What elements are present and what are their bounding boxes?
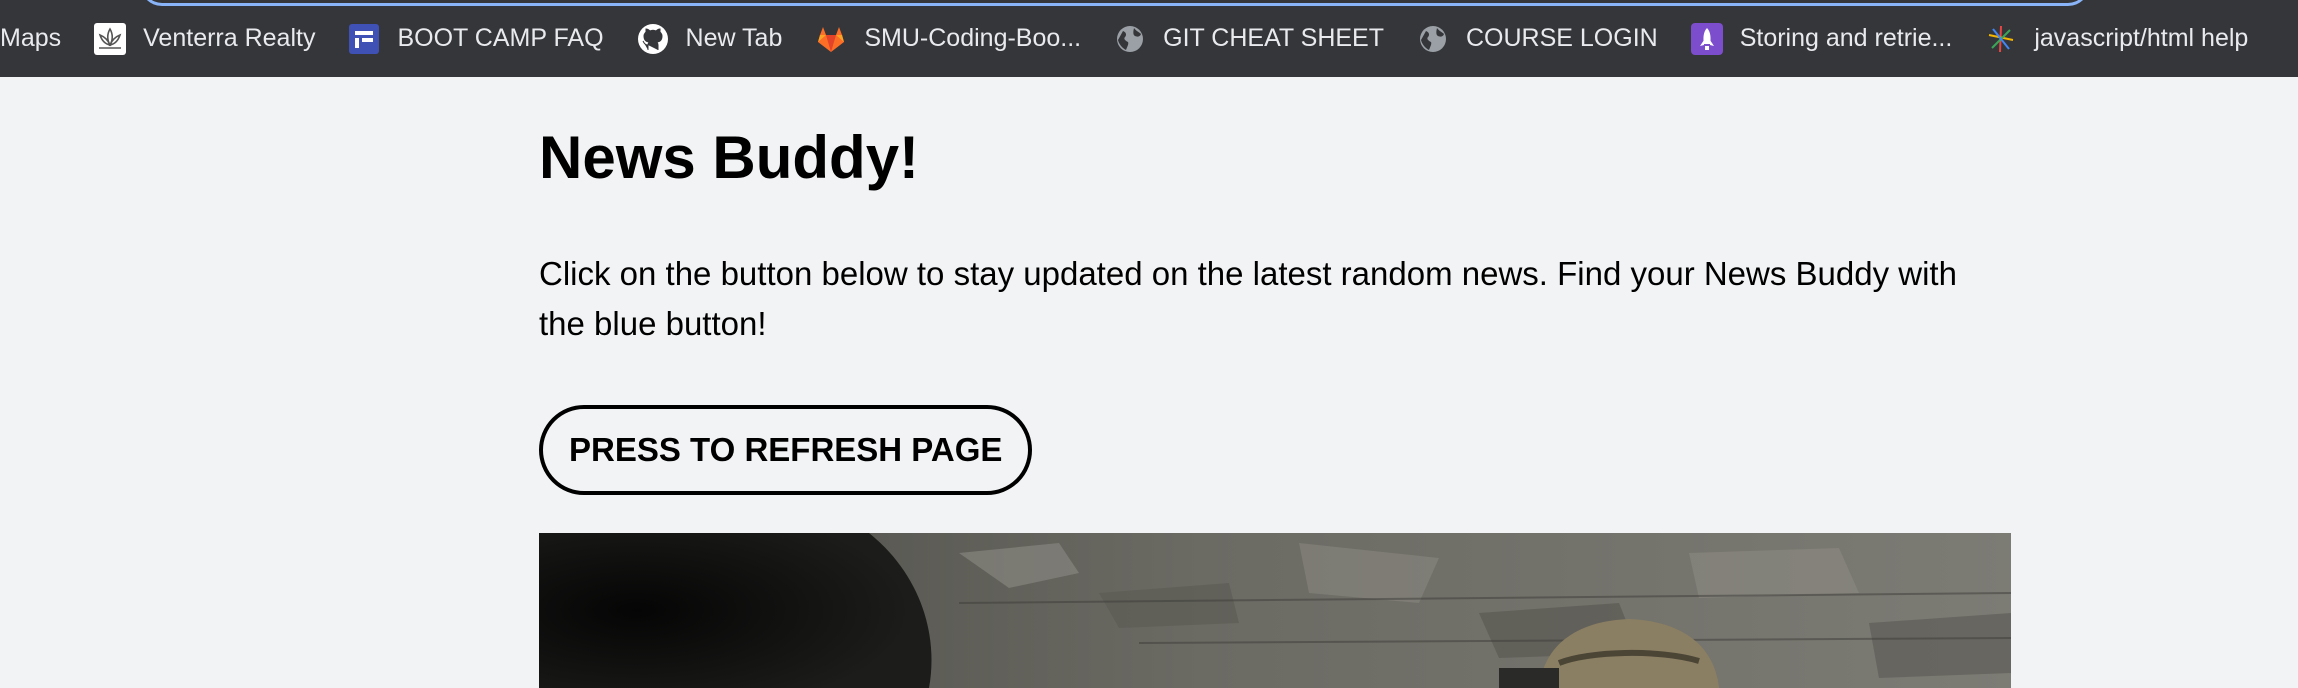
bookmark-label: BOOT CAMP FAQ [397, 24, 604, 52]
bookmark-label: GIT CHEAT SHEET [1163, 24, 1384, 52]
bookmark-label: javascript/html help [2034, 24, 2249, 52]
bookmark-boot-camp-faq[interactable]: BOOT CAMP FAQ [348, 17, 604, 61]
github-icon [637, 23, 668, 54]
bookmark-smu-coding-bootcamp[interactable]: SMU-Coding-Boo... [815, 17, 1081, 61]
bookmark-course-login[interactable]: COURSE LOGIN [1417, 17, 1658, 61]
intro-text: Click on the button below to stay update… [539, 255, 1957, 342]
bookmark-javascript-html-help[interactable]: javascript/html help [1985, 17, 2248, 61]
bookmark-git-cheat-sheet[interactable]: GIT CHEAT SHEET [1114, 17, 1384, 61]
sparkle-icon [1989, 25, 2014, 52]
page-title: News Buddy! [539, 124, 920, 191]
bookmarks-bar: Maps Venterra Realty BOOT CAMP FAQ New T… [0, 0, 2298, 77]
bookmark-storing-and-retrieving[interactable]: Storing and retrie... [1690, 17, 1953, 61]
bookmark-label: COURSE LOGIN [1466, 24, 1658, 52]
refresh-page-button[interactable]: PRESS TO REFRESH PAGE [539, 405, 1033, 495]
gitlab-icon [818, 26, 845, 52]
bookmark-label: Venterra Realty [143, 24, 316, 52]
bookmark-maps[interactable]: Maps [0, 17, 61, 61]
bookmark-label: Maps [0, 24, 62, 52]
bookmark-label: SMU-Coding-Boo... [864, 24, 1082, 52]
bookmark-label: New Tab [685, 24, 783, 52]
bookmark-new-tab[interactable]: New Tab [637, 17, 783, 61]
page-content: News Buddy! Click on the button below to… [539, 77, 2011, 495]
bookmark-label: Storing and retrie... [1739, 24, 1953, 52]
globe-icon [1117, 25, 1144, 52]
rocket-icon [1690, 22, 1723, 55]
venterra-lotus-icon [94, 22, 127, 55]
faq-site-icon [349, 23, 380, 54]
globe-icon [1420, 25, 1446, 52]
bookmark-venterra-realty[interactable]: Venterra Realty [94, 17, 315, 61]
news-image [539, 533, 2011, 688]
news-photo [539, 533, 2011, 688]
bookmarks-list: Maps Venterra Realty BOOT CAMP FAQ New T… [0, 0, 2281, 77]
